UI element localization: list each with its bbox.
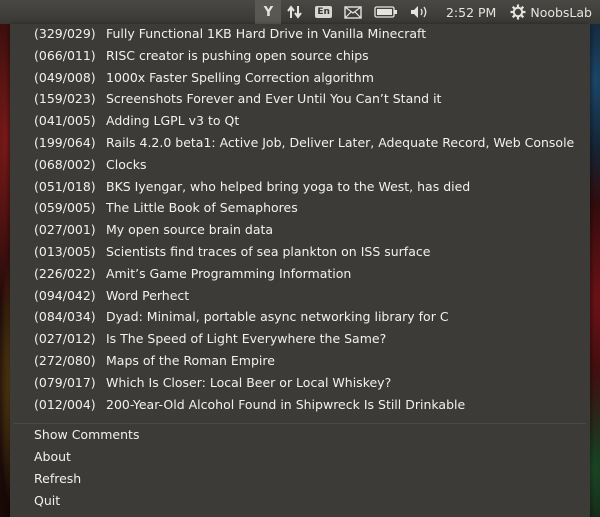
story-item[interactable]: (012/004) 200-Year-Old Alcohol Found in S… bbox=[34, 394, 465, 415]
top-panel: Y En 2:52 PM NoobsLab bbox=[0, 0, 600, 24]
story-item[interactable]: (079/017) Which Is Closer: Local Beer or … bbox=[34, 372, 391, 393]
story-item[interactable]: (027/001) My open source brain data bbox=[34, 219, 273, 240]
speaker-volume-icon bbox=[410, 6, 427, 18]
story-item[interactable]: (027/012) Is The Speed of Light Everywher… bbox=[34, 328, 386, 349]
story-count: (012/004) bbox=[34, 396, 96, 412]
story-item[interactable]: (226/022) Amit’s Game Programming Informa… bbox=[34, 263, 351, 284]
hacker-news-y-icon: Y bbox=[263, 4, 274, 20]
story-count: (041/005) bbox=[34, 113, 96, 129]
user-name: NoobsLab bbox=[530, 4, 592, 20]
story-title: Adding LGPL v3 to Qt bbox=[106, 113, 240, 129]
story-count: (226/022) bbox=[34, 265, 96, 281]
story-title: Rails 4.2.0 beta1: Active Job, Deliver L… bbox=[106, 135, 575, 150]
story-title: Fully Functional 1KB Hard Drive in Vanil… bbox=[106, 26, 427, 41]
story-title: BKS Iyengar, who helped bring yoga to th… bbox=[106, 178, 471, 194]
story-count: (199/064) bbox=[34, 135, 96, 150]
story-title: Word Perhect bbox=[106, 287, 190, 303]
show-comments-item[interactable]: Show Comments bbox=[34, 424, 139, 445]
messaging-indicator[interactable] bbox=[338, 0, 368, 24]
story-title: Which Is Closer: Local Beer or Local Whi… bbox=[106, 374, 392, 390]
story-item[interactable]: (084/034) Dyad: Minimal, portable async n… bbox=[34, 306, 449, 327]
story-count: (094/042) bbox=[34, 287, 96, 303]
story-count: (329/029) bbox=[34, 26, 96, 41]
story-item[interactable]: (041/005) Adding LGPL v3 to Qt bbox=[34, 110, 239, 131]
story-count: (066/011) bbox=[34, 47, 96, 63]
story-title: My open source brain data bbox=[106, 222, 274, 238]
about-item[interactable]: About bbox=[34, 446, 71, 467]
story-item[interactable]: (049/008) 1000x Faster Spelling Correctio… bbox=[34, 67, 374, 88]
clock[interactable]: 2:52 PM bbox=[436, 0, 504, 24]
story-count: (079/017) bbox=[34, 374, 96, 390]
gear-icon bbox=[510, 4, 526, 20]
hacker-news-indicator[interactable]: Y bbox=[255, 0, 282, 24]
network-indicator[interactable] bbox=[281, 0, 309, 24]
story-count: (027/012) bbox=[34, 331, 96, 347]
quit-item[interactable]: Quit bbox=[34, 490, 60, 511]
story-count: (272/080) bbox=[34, 353, 96, 368]
story-item[interactable]: (059/005) The Little Book of Semaphores bbox=[34, 197, 298, 218]
story-item[interactable]: (272/080) Maps of the Roman Empire bbox=[34, 350, 275, 371]
sound-indicator[interactable] bbox=[404, 0, 436, 24]
story-count: (159/023) bbox=[34, 91, 96, 107]
story-item[interactable]: (013/005) Scientists find traces of sea p… bbox=[34, 241, 430, 262]
mail-envelope-icon bbox=[344, 5, 362, 19]
story-count: (084/034) bbox=[34, 309, 96, 325]
story-item[interactable]: (051/018) BKS Iyengar, who helped bring y… bbox=[34, 176, 470, 197]
story-item[interactable]: (094/042) Word Perhect bbox=[34, 285, 189, 306]
story-title: Clocks bbox=[106, 156, 147, 172]
story-title: Maps of the Roman Empire bbox=[106, 353, 275, 368]
story-title: Screenshots Forever and Ever Until You C… bbox=[106, 91, 442, 107]
session-menu[interactable]: NoobsLab bbox=[504, 0, 600, 24]
story-title: Amit’s Game Programming Information bbox=[106, 265, 352, 281]
battery-icon bbox=[374, 6, 397, 18]
story-count: (051/018) bbox=[34, 178, 96, 194]
story-title: 1000x Faster Spelling Correction algorit… bbox=[106, 69, 374, 85]
story-count: (013/005) bbox=[34, 244, 96, 259]
battery-indicator[interactable] bbox=[368, 0, 404, 24]
keyboard-layout-icon: En bbox=[315, 6, 332, 18]
story-count: (049/008) bbox=[34, 69, 96, 85]
story-item[interactable]: (199/064) Rails 4.2.0 beta1: Active Job, … bbox=[34, 132, 574, 153]
story-item[interactable]: (068/002) Clocks bbox=[34, 154, 146, 175]
story-item[interactable]: (329/029) Fully Functional 1KB Hard Drive… bbox=[34, 23, 426, 44]
refresh-item[interactable]: Refresh bbox=[34, 468, 81, 489]
story-title: Dyad: Minimal, portable async networking… bbox=[106, 309, 449, 325]
story-count: (027/001) bbox=[34, 222, 96, 238]
story-count: (059/005) bbox=[34, 200, 96, 216]
story-title: 200-Year-Old Alcohol Found in Shipwreck … bbox=[106, 396, 466, 412]
story-title: Scientists find traces of sea plankton o… bbox=[106, 244, 431, 259]
story-title: The Little Book of Semaphores bbox=[106, 200, 298, 216]
story-title: Is The Speed of Light Everywhere the Sam… bbox=[106, 331, 387, 347]
story-item[interactable]: (159/023) Screenshots Forever and Ever Un… bbox=[34, 88, 441, 109]
story-item[interactable]: (066/011) RISC creator is pushing open so… bbox=[34, 45, 369, 66]
hacker-news-menu: (329/029) Fully Functional 1KB Hard Drive… bbox=[10, 24, 590, 517]
story-title: RISC creator is pushing open source chip… bbox=[106, 47, 369, 63]
network-arrows-icon bbox=[287, 5, 303, 19]
story-count: (068/002) bbox=[34, 156, 96, 172]
keyboard-layout-indicator[interactable]: En bbox=[309, 0, 338, 24]
